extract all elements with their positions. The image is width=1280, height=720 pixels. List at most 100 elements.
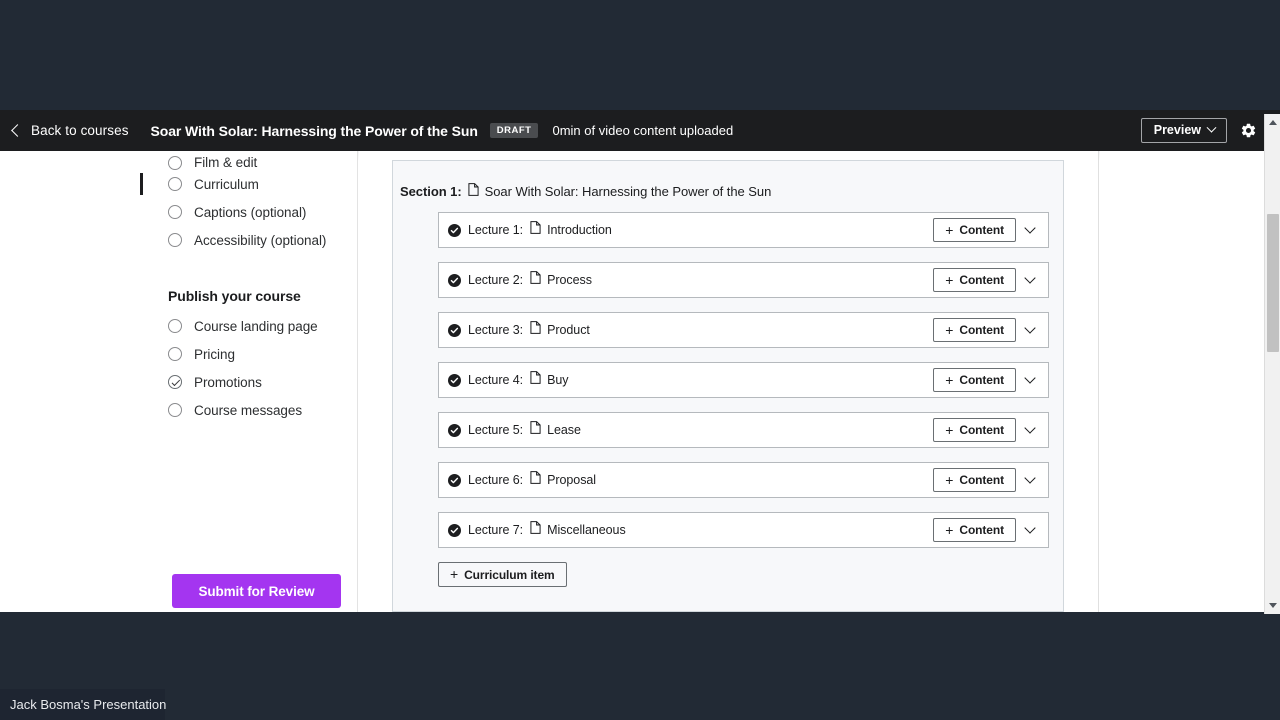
lecture-title: Miscellaneous [547,523,626,537]
document-icon [468,183,479,199]
radio-unchecked-icon [168,403,182,417]
plus-icon: + [945,521,954,538]
chevron-down-icon[interactable] [1024,472,1036,484]
sidebar-item-accessibility[interactable]: Accessibility (optional) [168,226,357,254]
lecture-row[interactable]: Lecture 6: Proposal + Content [438,462,1049,498]
add-curriculum-item-label: Curriculum item [464,567,555,582]
lecture-number: Lecture 3: [468,323,524,337]
lecture-title: Lease [547,423,581,437]
section-header: Section 1: Soar With Solar: Harnessing t… [393,161,1063,199]
lecture-title: Introduction [547,223,612,237]
screen-root: Back to courses Soar With Solar: Harness… [0,0,1280,720]
chevron-left-icon [11,124,24,137]
chevron-down-icon[interactable] [1024,422,1036,434]
sidebar-item-label: Pricing [194,346,235,362]
add-content-button[interactable]: + Content [933,468,1016,492]
lecture-row-actions: + Content [933,218,1048,242]
sidebar-item-pricing[interactable]: Pricing [168,340,357,368]
sidebar-item-label: Promotions [194,374,262,390]
add-content-label: Content [959,223,1004,237]
document-icon [530,521,541,539]
radio-unchecked-icon [168,233,182,247]
check-circle-icon [448,473,461,487]
lecture-row[interactable]: Lecture 7: Miscellaneous + Content [438,512,1049,548]
radio-unchecked-icon [168,319,182,333]
sidebar-item-course-messages[interactable]: Course messages [168,396,357,424]
lecture-row-actions: + Content [933,518,1048,542]
curriculum-main-panel: Section 1: Soar With Solar: Harnessing t… [359,151,1099,612]
sidebar-item-captions[interactable]: Captions (optional) [168,198,357,226]
add-content-button[interactable]: + Content [933,368,1016,392]
plus-icon: + [945,221,954,238]
chevron-down-icon[interactable] [1024,272,1036,284]
plus-icon: + [945,321,954,338]
document-icon [530,271,541,289]
upload-status-text: 0min of video content uploaded [552,123,734,138]
section-title: Soar With Solar: Harnessing the Power of… [484,183,772,199]
check-circle-icon [448,273,461,287]
plus-icon: + [945,471,954,488]
radio-checked-icon [168,375,182,389]
chevron-down-icon[interactable] [1024,522,1036,534]
sidebar-item-promotions[interactable]: Promotions [168,368,357,396]
gear-icon[interactable] [1240,122,1257,139]
sidebar-item-course-landing-page[interactable]: Course landing page [168,312,357,340]
sidebar-item-label: Film & edit [194,155,258,170]
lecture-number: Lecture 4: [468,373,524,387]
plus-icon: + [945,421,954,438]
sidebar-item-film-edit[interactable]: Film & edit [168,151,357,170]
sidebar-step-list: Film & edit Curriculum Captions (optiona… [0,151,357,424]
back-to-courses-link[interactable]: Back to courses [11,123,129,138]
lecture-title: Buy [547,373,569,387]
lecture-row[interactable]: Lecture 3: Product + Content [438,312,1049,348]
add-content-button[interactable]: + Content [933,418,1016,442]
document-icon [530,221,541,239]
triangle-down-icon [1269,603,1277,608]
chevron-down-icon[interactable] [1024,372,1036,384]
add-content-label: Content [959,523,1004,537]
add-curriculum-item-button[interactable]: + Curriculum item [438,562,567,587]
document-icon [530,421,541,439]
preview-button-label: Preview [1153,122,1201,137]
add-content-button[interactable]: + Content [933,268,1016,292]
check-circle-icon [448,223,461,237]
document-icon [530,371,541,389]
course-header-bar: Back to courses Soar With Solar: Harness… [0,110,1280,151]
submit-for-review-button[interactable]: Submit for Review [172,574,341,608]
course-steps-sidebar: Film & edit Curriculum Captions (optiona… [0,151,358,612]
right-spacer-panel [1100,151,1268,612]
lecture-row[interactable]: Lecture 5: Lease + Content [438,412,1049,448]
sidebar-item-curriculum[interactable]: Curriculum [140,170,357,198]
document-icon [530,471,541,489]
chevron-down-icon[interactable] [1024,322,1036,334]
header-actions: Preview [1140,117,1257,144]
lecture-list: Lecture 1: Introduction + Content Lectur… [393,199,1063,548]
triangle-up-icon [1269,120,1277,125]
add-content-label: Content [959,273,1004,287]
add-content-button[interactable]: + Content [933,518,1016,542]
lecture-title: Process [547,273,592,287]
status-badge: DRAFT [489,122,539,139]
lecture-row[interactable]: Lecture 1: Introduction + Content [438,212,1049,248]
add-content-button[interactable]: + Content [933,218,1016,242]
vertical-scrollbar[interactable] [1264,114,1280,614]
presentation-name-label: Jack Bosma's Presentation [0,689,166,720]
page-body: Film & edit Curriculum Captions (optiona… [0,151,1268,612]
add-content-label: Content [959,323,1004,337]
add-content-label: Content [959,373,1004,387]
chevron-down-icon[interactable] [1024,222,1036,234]
lecture-number: Lecture 2: [468,273,524,287]
document-icon [530,321,541,339]
lecture-row-actions: + Content [933,368,1048,392]
add-content-button[interactable]: + Content [933,318,1016,342]
scrollbar-thumb[interactable] [1267,214,1279,352]
scroll-down-button[interactable] [1265,597,1280,614]
lecture-row[interactable]: Lecture 2: Process + Content [438,262,1049,298]
lecture-row-actions: + Content [933,318,1048,342]
lecture-row[interactable]: Lecture 4: Buy + Content [438,362,1049,398]
lecture-title: Product [547,323,590,337]
scroll-up-button[interactable] [1265,114,1280,131]
preview-button[interactable]: Preview [1140,117,1227,144]
back-to-courses-label: Back to courses [31,123,129,138]
check-circle-icon [448,373,461,387]
